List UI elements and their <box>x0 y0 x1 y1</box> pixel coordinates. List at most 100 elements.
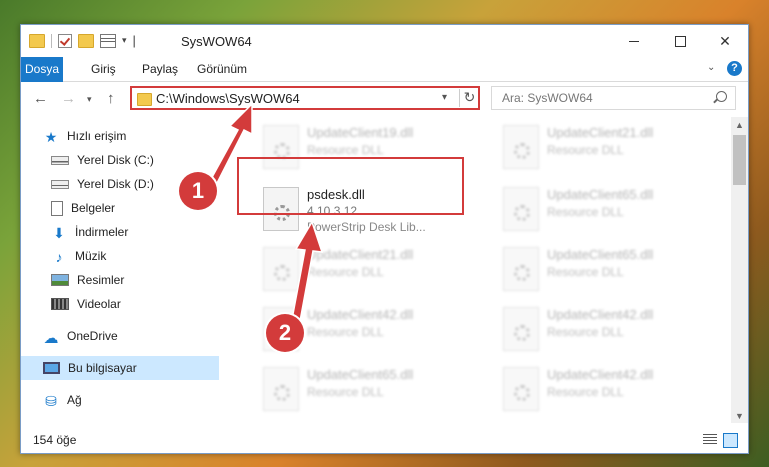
sidebar-item-label: Videolar <box>77 297 121 311</box>
list-item[interactable]: UpdateClient65.dll Resource DLL <box>259 361 469 417</box>
address-bar[interactable]: C:\Windows\SysWOW64 ▾ ↻ <box>130 86 480 110</box>
sidebar-item-this-pc[interactable]: Bu bilgisayar <box>21 356 235 380</box>
sidebar-item-music[interactable]: ♪ Müzik 📌 <box>21 244 243 268</box>
dll-file-icon <box>503 307 539 351</box>
minimize-icon <box>629 40 639 42</box>
download-icon: ⬇ <box>53 225 65 241</box>
drive-icon <box>51 179 69 189</box>
navigation-bar: ← → ▾ ↑ C:\Windows\SysWOW64 ▾ ↻ Ara: Sys… <box>21 82 748 116</box>
file-name: UpdateClient65.dll <box>547 247 654 262</box>
folder-icon <box>137 93 152 106</box>
minimize-button[interactable] <box>611 25 657 57</box>
sidebar-item-pictures[interactable]: Resimler 📌 <box>21 268 243 292</box>
list-item[interactable]: UpdateClient65.dll Resource DLL <box>499 181 709 237</box>
sidebar-item-quick-access[interactable]: ★ Hızlı erişim <box>21 124 235 148</box>
file-name: UpdateClient21.dll <box>307 247 414 262</box>
sidebar-item-videos[interactable]: Videolar 📌 <box>21 292 243 316</box>
explorer-window: ▾ | SysWOW64 ✕ Dosya Giriş Paylaş Görünü… <box>20 24 749 454</box>
sidebar-item-network[interactable]: ⛁ Ağ <box>21 388 235 412</box>
new-folder-icon[interactable] <box>78 33 94 48</box>
pictures-icon <box>51 274 69 286</box>
navigation-pane: ★ Hızlı erişim Yerel Disk (C:) 📌 Yerel D… <box>21 120 237 420</box>
file-name: UpdateClient42.dll <box>547 367 654 382</box>
list-item[interactable]: UpdateClient21.dll Resource DLL <box>499 119 709 175</box>
list-item[interactable]: UpdateClient42.dll Resource DLL <box>499 301 709 357</box>
file-description: Resource DLL <box>547 325 624 339</box>
file-description: PowerStrip Desk Lib... <box>307 220 426 234</box>
tab-view[interactable]: Görünüm <box>187 57 257 81</box>
vertical-scrollbar[interactable]: ▲ ▼ <box>731 117 748 423</box>
file-description: Resource DLL <box>307 143 384 157</box>
recent-locations-button[interactable]: ▾ <box>87 94 92 105</box>
window-title: SysWOW64 <box>181 34 252 49</box>
ribbon-tabs: Dosya Giriş Paylaş Görünüm ⌄ ? <box>21 57 748 113</box>
dll-file-icon <box>503 247 539 291</box>
computer-icon <box>43 362 60 374</box>
search-input[interactable]: Ara: SysWOW64 <box>491 86 736 110</box>
refresh-button[interactable]: ↻ <box>459 89 479 107</box>
scroll-down-icon[interactable]: ▼ <box>735 411 744 421</box>
file-description: Resource DLL <box>547 143 624 157</box>
sidebar-item-label: Yerel Disk (C:) <box>77 153 154 167</box>
sidebar-item-onedrive[interactable]: ☁ OneDrive <box>21 324 235 348</box>
file-name: UpdateClient19.dll <box>307 125 414 140</box>
file-name: UpdateClient65.dll <box>547 187 654 202</box>
back-button[interactable]: ← <box>33 90 48 107</box>
sidebar-item-label: Müzik <box>75 249 107 263</box>
highlight-box-psdesk <box>237 157 464 215</box>
forward-button[interactable]: → <box>61 90 76 107</box>
toolbar-divider: | <box>132 33 136 48</box>
documents-icon <box>51 200 63 216</box>
music-icon: ♪ <box>55 249 63 265</box>
sidebar-item-label: Belgeler <box>71 201 116 215</box>
details-view-icon[interactable] <box>703 434 717 445</box>
tab-home[interactable]: Giriş <box>81 57 126 81</box>
list-item[interactable]: UpdateClient65.dll Resource DLL <box>499 241 709 297</box>
sidebar-item-label: OneDrive <box>67 329 118 343</box>
properties-check-icon[interactable] <box>58 33 72 48</box>
close-button[interactable]: ✕ <box>702 25 748 57</box>
star-icon: ★ <box>44 129 58 145</box>
scroll-up-icon[interactable]: ▲ <box>735 120 744 130</box>
sidebar-item-label: Hızlı erişim <box>67 129 127 143</box>
tab-share[interactable]: Paylaş <box>132 57 188 81</box>
help-icon[interactable]: ? <box>727 61 742 76</box>
expand-ribbon-icon[interactable]: ⌄ <box>707 62 715 73</box>
drive-icon <box>51 155 69 165</box>
sidebar-item-label: İndirmeler <box>75 225 129 239</box>
step-2-badge: 2 <box>266 314 304 352</box>
up-button[interactable]: ↑ <box>107 90 115 107</box>
search-placeholder: Ara: SysWOW64 <box>502 91 593 105</box>
network-icon: ⛁ <box>45 393 57 409</box>
dll-file-icon <box>263 247 299 291</box>
chevron-down-icon[interactable]: ▾ <box>442 92 447 103</box>
sidebar-item-label: Resimler <box>77 273 125 287</box>
close-icon: ✕ <box>719 32 731 49</box>
chevron-down-icon[interactable]: ▾ <box>122 35 127 46</box>
dll-file-icon <box>263 367 299 411</box>
list-item[interactable]: UpdateClient21.dll Resource DLL <box>259 241 469 297</box>
dll-file-icon <box>503 125 539 169</box>
file-name: UpdateClient42.dll <box>307 307 414 322</box>
folder-icon <box>29 33 45 48</box>
dll-file-icon <box>503 187 539 231</box>
properties-icon[interactable] <box>100 33 116 48</box>
sidebar-item-local-disk-c[interactable]: Yerel Disk (C:) 📌 <box>21 148 243 172</box>
sidebar-item-label: Ağ <box>67 393 82 407</box>
file-description: Resource DLL <box>547 205 624 219</box>
dll-file-icon <box>503 367 539 411</box>
videos-icon <box>51 298 69 310</box>
file-description: Resource DLL <box>307 385 384 399</box>
item-count: 154 öğe <box>33 433 77 447</box>
search-icon[interactable] <box>716 91 727 102</box>
file-name: UpdateClient21.dll <box>547 125 654 140</box>
file-description: Resource DLL <box>307 325 384 339</box>
step-1-badge: 1 <box>179 172 217 210</box>
list-item[interactable]: UpdateClient42.dll Resource DLL <box>499 361 709 417</box>
maximize-button[interactable] <box>657 25 703 57</box>
address-path[interactable]: C:\Windows\SysWOW64 <box>156 91 300 106</box>
cloud-icon: ☁ <box>43 330 59 347</box>
scrollbar-thumb[interactable] <box>733 135 746 185</box>
sidebar-item-downloads[interactable]: ⬇ İndirmeler 📌 <box>21 220 243 244</box>
large-icons-view-icon[interactable] <box>723 433 738 448</box>
